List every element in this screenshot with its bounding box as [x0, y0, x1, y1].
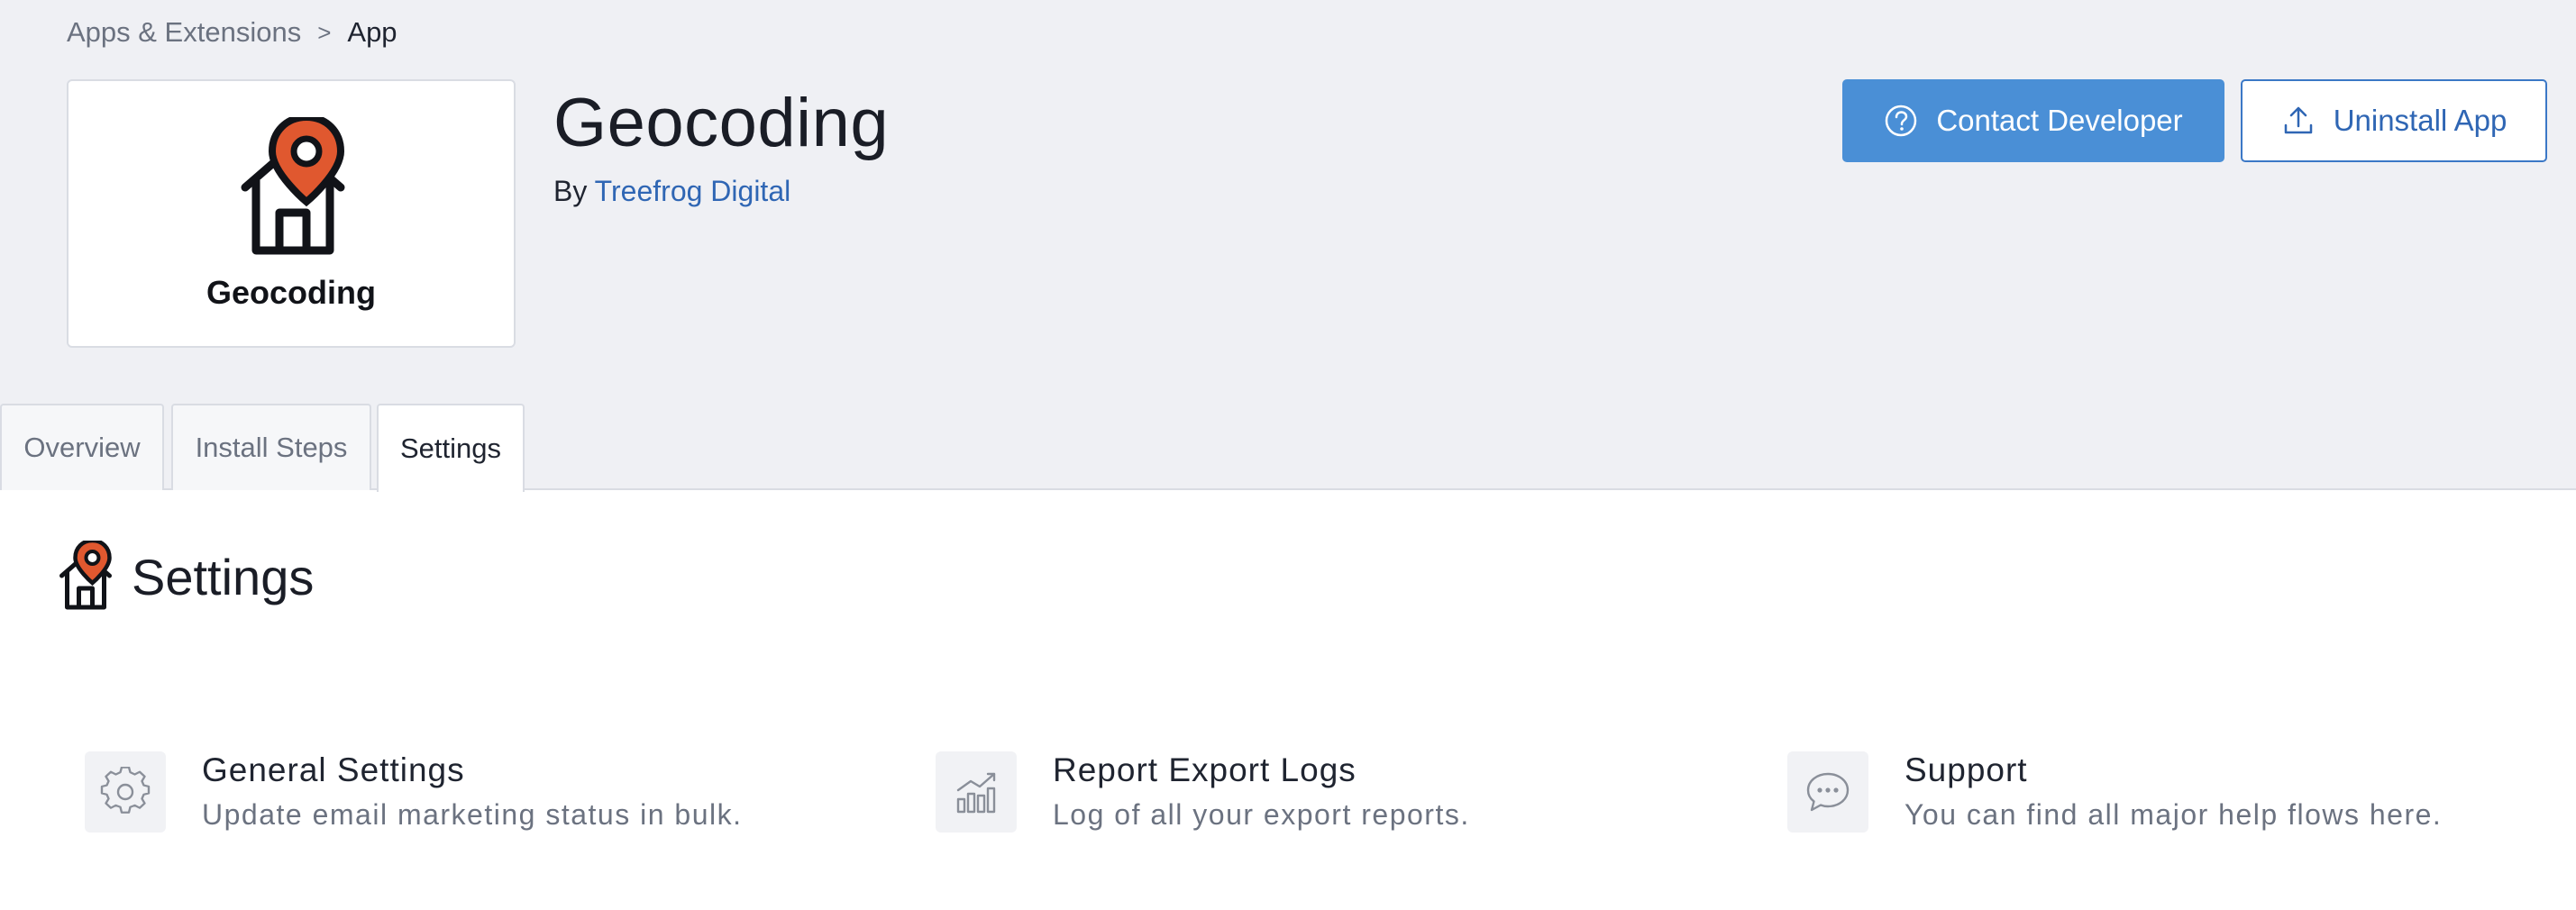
upload-icon: [2281, 104, 2316, 138]
contact-developer-button[interactable]: Contact Developer: [1842, 79, 2224, 162]
tab-settings[interactable]: Settings: [377, 404, 525, 492]
card-title: Report Export Logs: [1053, 751, 1357, 788]
breadcrumb-current: App: [347, 16, 397, 48]
general-settings-card[interactable]: General Settings Update email marketing …: [85, 751, 742, 834]
chat-bubble-icon: [1787, 751, 1868, 833]
section-title: Settings: [132, 548, 315, 605]
developer-link[interactable]: Treefrog Digital: [595, 175, 791, 207]
card-description: Update email marketing status in bulk.: [202, 798, 743, 831]
card-description: Log of all your export reports.: [1053, 798, 1470, 831]
app-logo-card: Geocoding: [67, 79, 516, 348]
chart-icon: [936, 751, 1017, 833]
card-description: You can find all major help flows here.: [1905, 798, 2443, 831]
house-pin-icon: [59, 541, 112, 610]
contact-developer-label: Contact Developer: [1936, 104, 2183, 137]
tab-install-steps[interactable]: Install Steps: [171, 404, 371, 490]
gear-icon: [85, 751, 166, 833]
breadcrumb-apps-extensions[interactable]: Apps & Extensions: [67, 13, 301, 52]
uninstall-app-button[interactable]: Uninstall App: [2241, 79, 2547, 162]
breadcrumb-separator: >: [317, 19, 332, 46]
byline-prefix: By: [553, 175, 588, 207]
uninstall-app-label: Uninstall App: [2333, 104, 2507, 137]
card-title: Support: [1905, 751, 2028, 788]
help-circle-icon: [1884, 104, 1918, 138]
breadcrumb: Apps & Extensions > App: [67, 13, 397, 52]
tab-overview[interactable]: Overview: [0, 404, 164, 490]
support-card[interactable]: Support You can find all major help flow…: [1787, 751, 2442, 834]
logo-wordmark: Geocoding: [206, 274, 376, 311]
developer-byline: By Treefrog Digital: [553, 171, 790, 211]
report-export-logs-card[interactable]: Report Export Logs Log of all your expor…: [936, 751, 1470, 834]
house-pin-logo-icon: [241, 117, 345, 255]
card-title: General Settings: [202, 751, 465, 788]
page-title: Geocoding: [553, 85, 890, 161]
settings-section-header: Settings: [56, 541, 314, 613]
